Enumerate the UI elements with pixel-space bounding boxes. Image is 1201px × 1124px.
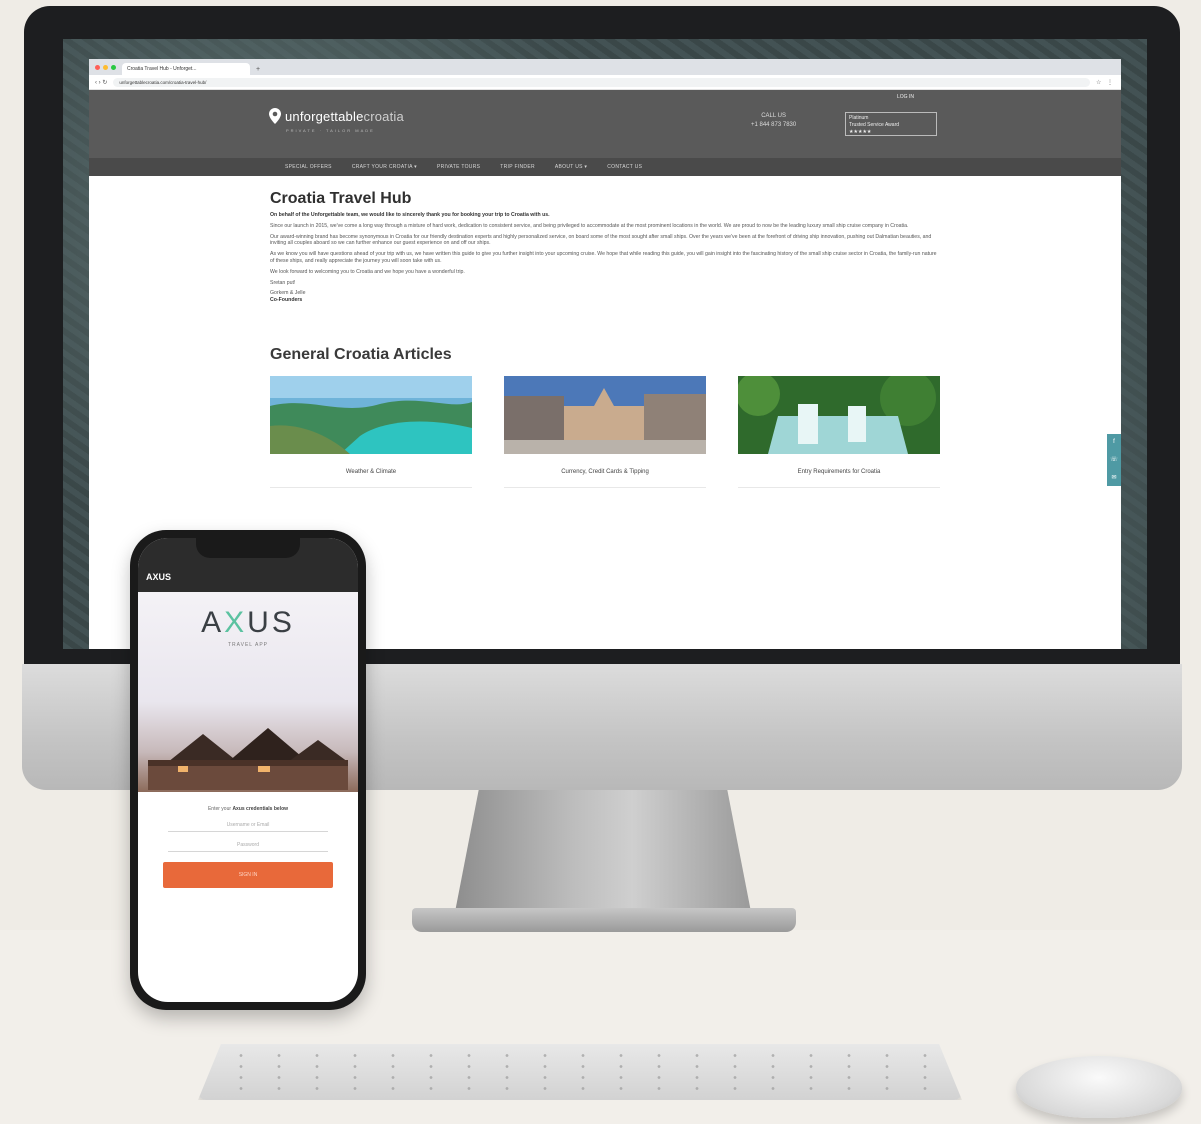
phone-notch — [196, 538, 300, 558]
article-card[interactable]: Currency, Credit Cards & Tipping — [504, 375, 706, 488]
nav-trip-finder[interactable]: TRIP FINDER — [490, 164, 545, 170]
call-us-label: CALL US — [761, 113, 786, 119]
paragraph: As we know you will have questions ahead… — [270, 251, 937, 264]
waterfalls-photo — [736, 369, 940, 454]
overwater-bungalow-photo — [148, 728, 348, 790]
award-line1: Platinum — [849, 115, 869, 121]
url-text: unforgettablecroatia.com/croatia-travel-… — [119, 79, 207, 85]
username-field[interactable]: Username or Email — [168, 822, 328, 832]
award-badge: Platinum Trusted Service Award ★★★★★ — [845, 112, 937, 136]
minimize-window-icon[interactable] — [103, 64, 108, 70]
browser-tab-bar: Croatia Travel Hub - Unforget... + — [89, 59, 1121, 75]
navigation-arrows-icon[interactable]: ‹ › ↻ — [95, 79, 107, 86]
nav-special-offers[interactable]: SPECIAL OFFERS — [275, 164, 342, 170]
logo-wordmark: unforgettablecroatia — [285, 108, 404, 124]
phone-icon[interactable]: ☏ — [1110, 456, 1118, 463]
nav-craft-your-croatia[interactable]: CRAFT YOUR CROATIA ▾ — [342, 164, 427, 170]
signature: Gorkem & Jelle Co-Founders — [270, 290, 306, 304]
article-label: Weather & Climate — [270, 459, 472, 488]
new-tab-button[interactable]: + — [256, 63, 260, 75]
intro-paragraph: On behalf of the Unforgettable team, we … — [270, 212, 550, 218]
url-field[interactable]: unforgettablecroatia.com/croatia-travel-… — [113, 77, 1090, 87]
logo-tagline: PRIVATE · TAILOR MADE — [286, 128, 375, 133]
paragraph: We look forward to welcoming you to Croa… — [270, 268, 465, 275]
tab-title: Croatia Travel Hub - Unforget... — [127, 66, 197, 72]
site-nav: SPECIAL OFFERS CRAFT YOUR CROATIA ▾ PRIV… — [89, 158, 1121, 176]
monitor-foot — [412, 908, 796, 932]
axus-logo: AXUS — [201, 606, 295, 639]
articles-heading: General Croatia Articles — [270, 345, 452, 363]
monitor-stand — [455, 790, 751, 912]
social-side-widget: f ☏ ✉ — [1107, 434, 1121, 486]
map-pin-icon — [269, 108, 281, 124]
password-field[interactable]: Password — [168, 842, 328, 852]
article-label: Currency, Credit Cards & Tipping — [504, 459, 706, 488]
nav-about-us[interactable]: ABOUT US ▾ — [545, 164, 597, 170]
close-window-icon[interactable] — [95, 64, 100, 70]
browser-tab[interactable]: Croatia Travel Hub - Unforget... — [122, 63, 250, 75]
coastline-photo — [270, 375, 472, 454]
page-title: Croatia Travel Hub — [270, 190, 412, 207]
address-bar-row: ‹ › ↻ unforgettablecroatia.com/croatia-t… — [89, 75, 1121, 90]
paragraph: Our award-winning brand has become synon… — [270, 233, 932, 247]
site-header: LOG IN unforgettablecroatia PRIVATE · TA… — [89, 90, 1121, 158]
site-logo[interactable]: unforgettablecroatia — [269, 108, 404, 124]
app-hero: AXUS TRAVEL APP — [138, 592, 358, 792]
article-label: Entry Requirements for Croatia — [738, 459, 940, 488]
paragraph: Since our launch in 2015, we've come a l… — [270, 222, 909, 229]
app-bar-title: AXUS — [146, 572, 172, 582]
mail-icon[interactable]: ✉ — [1111, 474, 1116, 481]
phone-screen: AXUS AXUS TRAVEL APP Enter your Axus cre… — [138, 538, 358, 1002]
award-stars: ★★★★★ — [849, 129, 872, 135]
main-content: Croatia Travel Hub On behalf of the Unfo… — [89, 176, 1121, 488]
nav-contact-us[interactable]: CONTACT US — [597, 164, 652, 170]
facebook-icon[interactable]: f — [1113, 439, 1115, 445]
article-card[interactable]: Entry Requirements for Croatia — [736, 369, 940, 488]
login-form: Enter your Axus credentials below Userna… — [138, 792, 358, 888]
sign-in-button[interactable]: SIGN IN — [163, 862, 333, 888]
call-us-number: +1 844 873 7830 — [751, 122, 797, 128]
axus-subtitle: TRAVEL APP — [227, 642, 268, 648]
signoff: Sretan put! — [270, 279, 296, 286]
smartphone: AXUS AXUS TRAVEL APP Enter your Axus cre… — [130, 530, 366, 1010]
login-prompt: Enter your Axus credentials below — [207, 806, 289, 812]
nav-private-tours[interactable]: PRIVATE TOURS — [427, 164, 490, 170]
old-town-square-photo — [504, 375, 706, 454]
browser-extensions-icon[interactable]: ☆ ⋮ — [1096, 79, 1115, 86]
login-link[interactable]: LOG IN — [897, 94, 914, 100]
maximize-window-icon[interactable] — [111, 64, 116, 70]
article-cards: Weather & Climate Currency, Credit Cards… — [270, 369, 1121, 488]
window-controls — [95, 59, 116, 75]
award-line2: Trusted Service Award — [849, 122, 900, 128]
mouse — [1016, 1056, 1182, 1118]
article-card[interactable]: Weather & Climate — [270, 375, 472, 488]
call-us-block[interactable]: CALL US +1 844 873 7830 — [751, 112, 796, 130]
keyboard-keys — [222, 1050, 942, 1094]
